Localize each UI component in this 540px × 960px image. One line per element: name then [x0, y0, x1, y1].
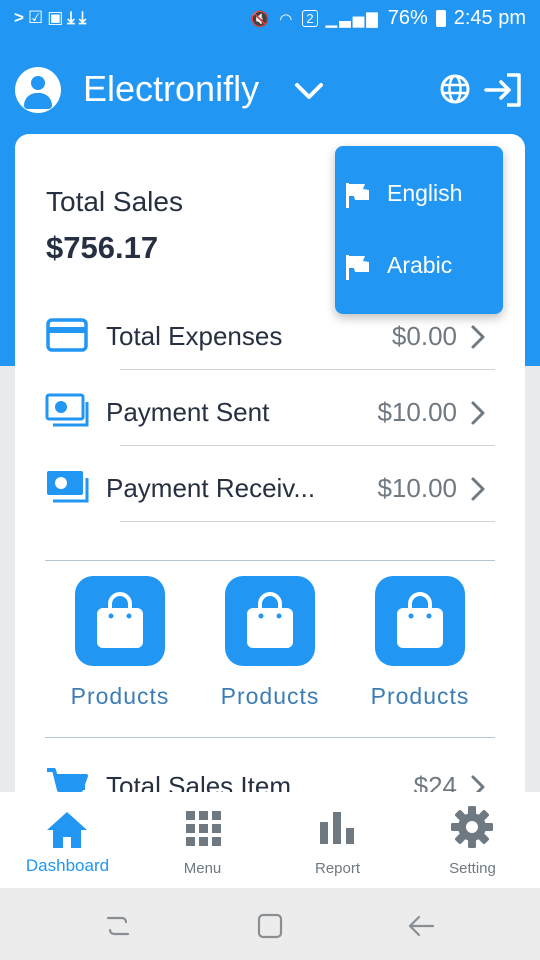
battery-icon — [435, 10, 446, 27]
nav-dashboard[interactable]: Dashboard — [0, 792, 135, 888]
chevron-right-icon: > — [14, 8, 28, 27]
bottom-navigation: Dashboard Menu Report Setting — [0, 792, 540, 888]
chevron-right-icon — [471, 477, 485, 501]
language-option-arabic[interactable]: Arabic — [335, 236, 503, 296]
clock: 2:45 pm — [453, 7, 526, 29]
language-label: Arabic — [387, 252, 453, 278]
system-navigation-bar — [0, 888, 540, 960]
credit-card-icon — [46, 318, 88, 352]
products-tile[interactable] — [75, 576, 165, 666]
row-divider — [120, 369, 495, 370]
checkbox-icon: ☑ — [27, 8, 48, 27]
row-label: Payment Receiv... — [106, 473, 316, 503]
chevron-right-icon — [471, 325, 485, 349]
flag-icon — [346, 183, 369, 208]
notification-icons: >☑▣⤓⤓ — [14, 8, 90, 28]
download-icon: ⤓ — [78, 8, 91, 27]
language-option-english[interactable]: English — [335, 164, 503, 224]
row-amount: $0.00 — [391, 321, 457, 351]
products-shortcut[interactable]: Products — [365, 576, 475, 710]
row-divider — [120, 445, 495, 446]
shopping-bag-icon — [97, 592, 143, 648]
logout-icon[interactable] — [483, 72, 523, 108]
nav-label: Report — [314, 860, 361, 877]
chevron-down-icon[interactable] — [292, 74, 326, 108]
shopping-bag-icon — [247, 592, 293, 648]
grid-icon — [186, 811, 221, 846]
chevron-right-icon — [471, 401, 485, 425]
language-label: English — [387, 180, 463, 206]
globe-icon[interactable] — [438, 72, 472, 106]
home-icon — [47, 812, 87, 848]
shopping-bag-icon — [397, 592, 443, 648]
products-tile[interactable] — [225, 576, 315, 666]
signal-icon: ▁▃▅▇ — [325, 10, 380, 28]
sim-badge: 2 — [302, 10, 318, 27]
products-label: Products — [370, 683, 470, 709]
nav-setting[interactable]: Setting — [405, 792, 540, 888]
nav-menu[interactable]: Menu — [135, 792, 270, 888]
battery-percent: 76% — [387, 7, 428, 29]
row-divider — [120, 521, 495, 522]
payment-icon — [47, 471, 89, 503]
nav-label: Setting — [449, 860, 496, 877]
store-name[interactable]: Electronifly — [83, 68, 259, 110]
gear-icon — [451, 806, 493, 848]
status-bar: >☑▣⤓⤓ 🔇 ◠ 2 ▁▃▅▇ 76% 2:45 pm — [0, 0, 540, 40]
recents-icon[interactable] — [104, 912, 132, 940]
wifi-icon: ◠ — [279, 10, 295, 28]
row-label: Payment Sent — [106, 397, 270, 427]
download-icon: ⤓ — [67, 8, 79, 27]
total-sales-label: Total Sales — [46, 186, 183, 217]
products-label: Products — [220, 683, 320, 709]
user-avatar-icon[interactable] — [15, 67, 61, 113]
row-label: Total Expenses — [106, 321, 283, 351]
language-menu: English Arabic — [335, 146, 503, 314]
system-status: 🔇 ◠ 2 ▁▃▅▇ 76% 2:45 pm — [251, 7, 526, 30]
nav-label: Menu — [183, 860, 222, 877]
total-sales-value: $756.17 — [46, 230, 159, 265]
payment-icon — [45, 393, 89, 427]
section-divider — [45, 560, 495, 561]
bar-chart-icon — [320, 812, 354, 844]
products-label: Products — [70, 683, 170, 709]
mute-icon: 🔇 — [250, 10, 272, 28]
total-expenses-row[interactable]: Total Expenses $0.00 — [45, 316, 495, 392]
row-amount: $10.00 — [377, 473, 457, 503]
payment-sent-row[interactable]: Payment Sent $10.00 — [45, 392, 495, 468]
nav-label: Dashboard — [25, 856, 110, 875]
products-shortcut[interactable]: Products — [215, 576, 325, 710]
products-tile[interactable] — [375, 576, 465, 666]
payment-received-row[interactable]: Payment Receiv... $10.00 — [45, 468, 495, 544]
home-square-icon[interactable] — [256, 912, 284, 940]
back-icon[interactable] — [406, 912, 436, 940]
section-divider — [45, 737, 495, 738]
products-shortcut[interactable]: Products — [65, 576, 175, 710]
nav-report[interactable]: Report — [270, 792, 405, 888]
flag-icon — [346, 255, 369, 280]
row-amount: $10.00 — [377, 397, 457, 427]
image-icon: ▣ — [47, 8, 68, 27]
